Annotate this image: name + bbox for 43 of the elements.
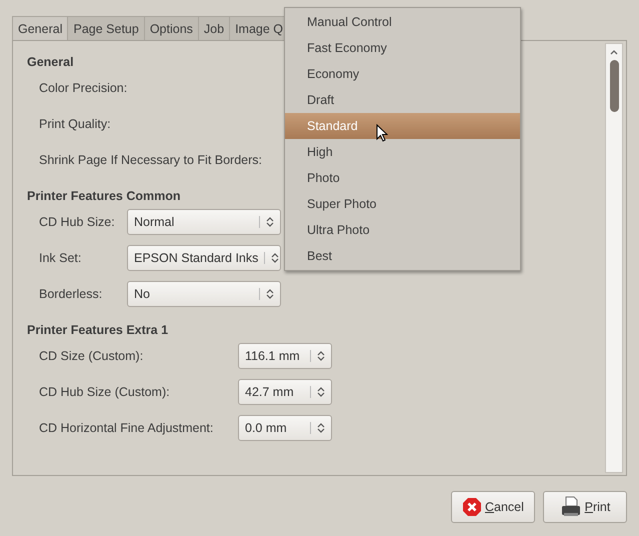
dropdown[interactable]: 0.0 mm [238,415,332,441]
menu-item[interactable]: High [285,139,520,165]
up-down-arrows-icon [310,386,325,398]
print-button[interactable]: Print [543,491,627,523]
up-down-arrows-icon [259,216,274,228]
up-down-arrows-icon [310,422,325,434]
dropdown[interactable]: Normal [127,209,281,235]
close-icon [462,497,482,517]
cancel-button[interactable]: Cancel [451,491,535,523]
field-label: Shrink Page If Necessary to Fit Borders: [39,152,262,169]
up-down-arrows-icon [259,288,274,300]
field-label: CD Horizontal Fine Adjustment: [39,420,214,437]
mouse-pointer-icon [376,124,388,142]
menu-item[interactable]: Photo [285,165,520,191]
tab[interactable]: Job [198,16,230,40]
tab[interactable]: Page Setup [68,16,145,40]
printer-icon [560,496,582,518]
field-label: Print Quality: [39,116,111,133]
dropdown[interactable]: EPSON Standard Inks [127,245,281,271]
section-heading: General [27,54,74,71]
dropdown[interactable]: 42.7 mm [238,379,332,405]
menu-item[interactable]: Draft [285,87,520,113]
field-label: Ink Set: [39,250,82,267]
field-label: CD Hub Size (Custom): [39,384,170,401]
dropdown[interactable]: No [127,281,281,307]
menu-item[interactable]: Best [285,243,520,269]
scroll-up-icon[interactable] [609,48,619,56]
tab[interactable]: General [12,16,68,40]
menu-item[interactable]: Super Photo [285,191,520,217]
field-label: CD Size (Custom): [39,348,144,365]
scrollbar[interactable] [605,43,623,473]
field-label: CD Hub Size: [39,214,115,231]
field-label: Borderless: [39,286,102,303]
up-down-arrows-icon [310,350,325,362]
section-heading: Printer Features Extra 1 [27,322,168,339]
dropdown[interactable]: 116.1 mm [238,343,332,369]
menu-item[interactable]: Ultra Photo [285,217,520,243]
up-down-arrows-icon [264,252,280,264]
scroll-thumb[interactable] [610,60,618,112]
field-label: Color Precision: [39,80,128,97]
menu-item[interactable]: Economy [285,61,520,87]
tab[interactable]: Options [144,16,199,40]
section-heading: Printer Features Common [27,188,181,205]
